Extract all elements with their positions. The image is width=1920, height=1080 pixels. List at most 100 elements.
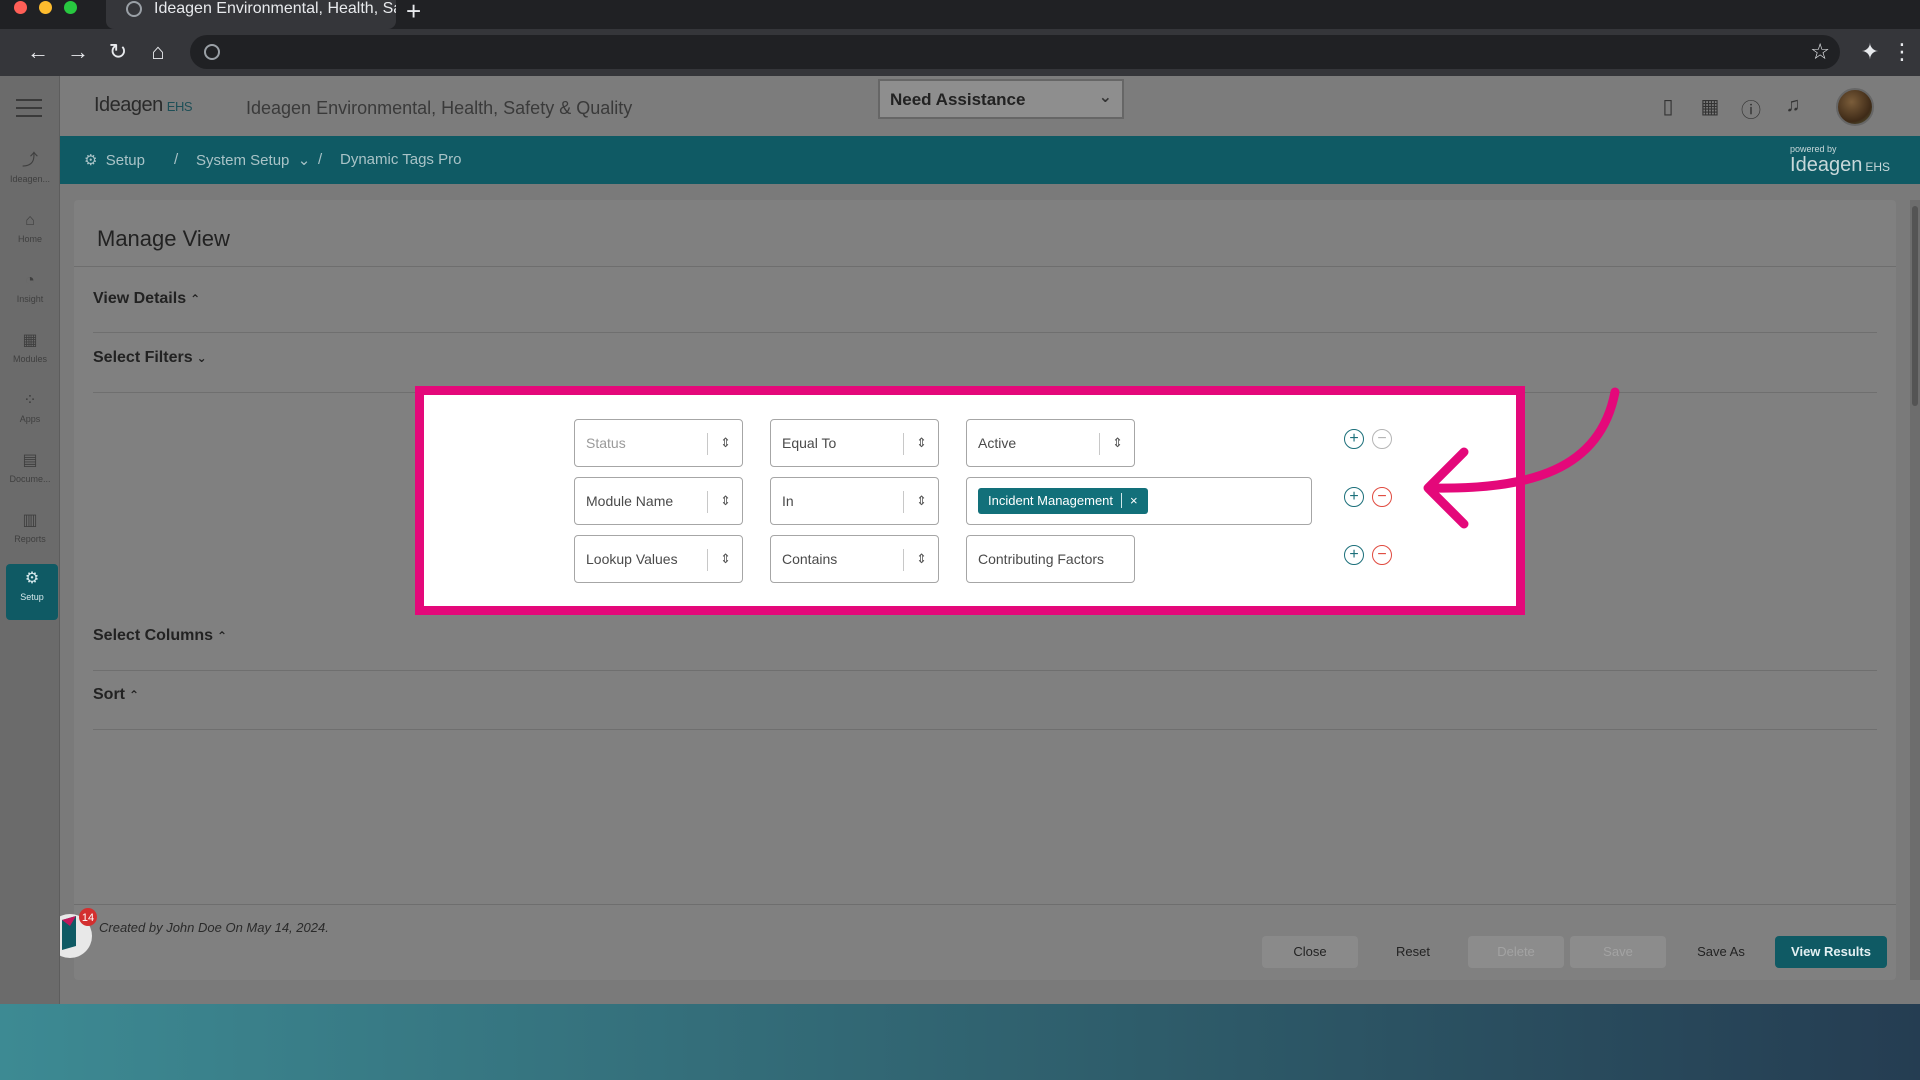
globe-icon — [126, 1, 142, 17]
browser-tab-bar: Ideagen Environmental, Health, Sa + — [0, 0, 1920, 29]
calendar-icon[interactable]: ▦ — [1698, 94, 1722, 119]
powered-by-logo: powered by Ideagen EHS — [1790, 144, 1890, 176]
back-icon[interactable]: ← — [24, 39, 52, 65]
remove-filter-icon[interactable]: − — [1372, 487, 1392, 507]
address-bar[interactable]: ☆ — [190, 35, 1840, 69]
filter-operator-select[interactable]: In ⇕ — [770, 477, 939, 525]
hamburger-menu-icon[interactable] — [16, 99, 42, 123]
add-filter-icon[interactable]: + — [1344, 545, 1364, 565]
view-results-button[interactable]: View Results — [1775, 936, 1887, 968]
filter-value-input[interactable]: Contributing Factors — [966, 535, 1135, 583]
browser-toolbar: ← → ↻ ⌂ ☆ ✦ ⋮ — [0, 29, 1920, 76]
sort-arrows-icon: ⇕ — [720, 493, 731, 508]
sort-arrows-icon: ⇕ — [916, 551, 927, 566]
nav-item-documents[interactable]: ▤ Docume... — [0, 446, 60, 502]
sort-arrows-icon: ⇕ — [1112, 435, 1123, 450]
filters-highlight-box: Status ⇕ Equal To ⇕ Active ⇕ + − Module Nam… — [415, 386, 1525, 615]
breadcrumb-system-setup[interactable]: System Setup ⌄ — [196, 151, 310, 169]
notification-count: 14 — [82, 912, 94, 924]
filter-value-select[interactable]: Active ⇕ — [966, 419, 1135, 467]
value-tag: Incident Management × — [978, 488, 1148, 514]
gear-icon: ⚙ — [24, 570, 40, 587]
new-tab-button[interactable]: + — [406, 0, 421, 27]
divider — [74, 266, 1896, 267]
scrollbar[interactable] — [1910, 200, 1920, 980]
remove-filter-icon[interactable]: − — [1372, 429, 1392, 449]
nav-item-modules[interactable]: ▦ Modules — [0, 326, 60, 382]
extensions-icon[interactable]: ✦ — [1856, 39, 1884, 65]
remove-filter-icon[interactable]: − — [1372, 545, 1392, 565]
chevron-up-icon: ⌃ — [190, 292, 201, 306]
arrow-curve — [1425, 387, 1620, 493]
need-assistance-dropdown[interactable]: Need Assistance ⌄ — [878, 79, 1124, 119]
notification-widget[interactable]: 14 — [60, 906, 98, 960]
nav-item-reports[interactable]: ▥ Reports — [0, 506, 60, 562]
sort-toggle[interactable]: Sort ⌃ — [93, 686, 139, 704]
close-icon[interactable]: × — [1121, 493, 1138, 508]
breadcrumb: ⚙ Setup / System Setup ⌄ / Dynamic Tags … — [60, 136, 1920, 184]
sort-arrows-icon: ⇕ — [916, 493, 927, 508]
page-title: Manage View — [97, 226, 230, 251]
nav-item-ideagen[interactable]: ⤴ Ideagen... — [0, 146, 60, 202]
reset-button[interactable]: Reset — [1365, 936, 1461, 968]
browser-tab-title: Ideagen Environmental, Health, Sa — [154, 0, 396, 17]
select-filters-toggle[interactable]: Select Filters ⌄ — [93, 349, 207, 367]
browser-tab[interactable]: Ideagen Environmental, Health, Sa — [106, 0, 396, 29]
browser-menu-icon[interactable]: ⋮ — [1888, 39, 1916, 65]
nav-item-apps[interactable]: ⁘ Apps — [0, 386, 60, 442]
save-as-button[interactable]: Save As — [1673, 936, 1769, 968]
close-window-button[interactable] — [14, 1, 27, 14]
reports-icon: ▥ — [22, 512, 38, 529]
mobile-icon[interactable]: ▯ — [1656, 94, 1680, 119]
site-info-icon[interactable] — [204, 44, 220, 60]
add-filter-icon[interactable]: + — [1344, 429, 1364, 449]
sort-arrows-icon: ⇕ — [916, 435, 927, 450]
annotation-arrow — [1423, 387, 1620, 529]
select-columns-toggle[interactable]: Select Columns ⌃ — [93, 627, 227, 645]
filter-field-select[interactable]: Module Name ⇕ — [574, 477, 743, 525]
divider — [93, 729, 1877, 730]
chevron-up-icon: ⌃ — [129, 688, 140, 702]
breadcrumb-setup[interactable]: ⚙ Setup — [84, 151, 145, 169]
delete-button[interactable]: Delete — [1468, 936, 1564, 968]
home-browser-icon[interactable]: ⌂ — [144, 39, 172, 65]
modules-icon: ▦ — [22, 332, 38, 349]
filter-value-multiselect[interactable]: Incident Management × — [966, 477, 1312, 525]
home-icon: ⌂ — [25, 212, 35, 229]
breadcrumb-separator: / — [318, 151, 323, 168]
breadcrumb-separator: / — [174, 151, 179, 168]
help-icon[interactable]: ⓘ — [1739, 94, 1763, 123]
chevron-up-icon: ⌃ — [217, 629, 228, 643]
add-filter-icon[interactable]: + — [1344, 487, 1364, 507]
chevron-down-icon: ⌄ — [196, 351, 207, 365]
bookmark-star-icon[interactable]: ☆ — [1810, 39, 1830, 65]
maximize-window-button[interactable] — [64, 1, 77, 14]
nav-item-insight[interactable]: ◔ Insight — [0, 266, 60, 322]
avatar[interactable] — [1836, 88, 1874, 126]
view-details-toggle[interactable]: View Details ⌃ — [93, 290, 200, 308]
filter-operator-select[interactable]: Contains ⇕ — [770, 535, 939, 583]
save-button[interactable]: Save — [1570, 936, 1666, 968]
nav-item-home[interactable]: ⌂ Home — [0, 206, 60, 262]
close-button[interactable]: Close — [1262, 936, 1358, 968]
created-by-text: Created by John Doe On May 14, 2024. — [99, 920, 329, 935]
apps-icon: ⁘ — [23, 392, 37, 409]
ideagen-logo[interactable]: Ideagen EHS — [94, 94, 193, 117]
filter-field-select[interactable]: Status ⇕ — [574, 419, 743, 467]
breadcrumb-dynamic-tags-pro: Dynamic Tags Pro — [340, 151, 462, 168]
reload-icon[interactable]: ↻ — [104, 39, 132, 65]
minimize-window-button[interactable] — [39, 1, 52, 14]
left-nav: ⤴ Ideagen... ⌂ Home ◔ Insight ▦ Modules … — [0, 76, 60, 1004]
filter-operator-select[interactable]: Equal To ⇕ — [770, 419, 939, 467]
bell-icon[interactable]: ♫ — [1781, 94, 1805, 117]
chevron-down-icon: ⌄ — [1098, 89, 1112, 106]
ideagen-icon: ⤴ — [21, 152, 38, 169]
insight-icon: ◔ — [25, 272, 35, 289]
sort-arrows-icon: ⇕ — [720, 551, 731, 566]
nav-item-setup[interactable]: ⚙ Setup — [6, 564, 58, 620]
app-header: Ideagen EHS Ideagen Environmental, Health… — [60, 76, 1920, 136]
scrollbar-thumb[interactable] — [1912, 206, 1918, 406]
forward-icon[interactable]: → — [64, 39, 92, 65]
filter-field-select[interactable]: Lookup Values ⇕ — [574, 535, 743, 583]
divider — [74, 904, 1896, 905]
